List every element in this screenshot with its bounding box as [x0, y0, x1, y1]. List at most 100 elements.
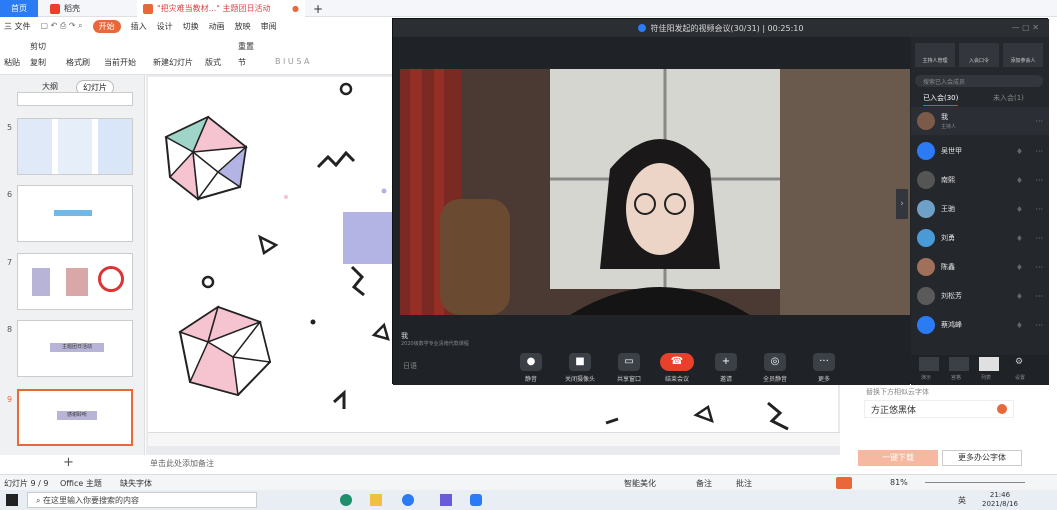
font-item[interactable]: 方正悠黑体: [864, 400, 1014, 418]
tab-close-icon[interactable]: ●: [292, 4, 299, 13]
slide-thumb-6[interactable]: [17, 185, 133, 242]
more-options-icon[interactable]: ···: [1035, 321, 1043, 330]
menu-transition[interactable]: 切换: [183, 21, 199, 32]
more-options-icon[interactable]: ···: [1035, 292, 1043, 301]
participant-row[interactable]: 刘勇 ♦ ···: [911, 224, 1049, 252]
menu-file[interactable]: 三 文件: [4, 21, 31, 32]
section-button[interactable]: 节: [238, 57, 246, 68]
more-options-icon[interactable]: ···: [1035, 176, 1043, 185]
add-slide-button[interactable]: +: [63, 455, 74, 470]
menu-slideshow[interactable]: 放映: [235, 21, 251, 32]
participant-row[interactable]: 蔡鸿峰 ♦ ···: [911, 311, 1049, 339]
participant-name: 陈鑫: [941, 263, 955, 271]
new-tab-button[interactable]: +: [308, 0, 328, 17]
menu-insert[interactable]: 插入: [131, 21, 147, 32]
more-options-icon[interactable]: ···: [1035, 205, 1043, 214]
quick-access-icons[interactable]: ▢ ↶ ⎙ ↷ ⌕: [41, 21, 83, 31]
collapse-panel-button[interactable]: ›: [896, 189, 908, 219]
meeting-password-button[interactable]: 入会口令: [959, 43, 999, 67]
add-participant-button[interactable]: 添加参会人: [1003, 43, 1043, 67]
mute-all-button[interactable]: ◎ 全员静音: [757, 353, 793, 383]
slide-thumb-9[interactable]: 感谢聆听: [17, 389, 133, 446]
reset-button[interactable]: 重置: [238, 41, 254, 52]
menu-design[interactable]: 设计: [157, 21, 173, 32]
notes-toggle[interactable]: 备注: [696, 478, 712, 489]
more-fonts-button[interactable]: 更多办公字体: [942, 450, 1022, 466]
participant-search[interactable]: 搜索已入会成员: [915, 75, 1043, 87]
font-style-icons[interactable]: B I U S A: [275, 57, 309, 66]
participant-row[interactable]: 南熙 ♦ ···: [911, 166, 1049, 194]
more-options-icon[interactable]: ···: [1035, 234, 1043, 243]
menu-start[interactable]: 开始: [92, 19, 121, 33]
more-button[interactable]: ··· 更多: [806, 353, 842, 383]
slide-thumb-7[interactable]: [17, 253, 133, 310]
windows-start-icon[interactable]: [6, 494, 18, 506]
browser-icon[interactable]: [402, 494, 414, 506]
paste-button[interactable]: 粘贴: [4, 57, 20, 68]
participant-name: 我主持人: [941, 113, 957, 130]
thumb-label: 感谢聆听: [57, 411, 97, 420]
end-meeting-button[interactable]: ☎ 结束会议: [659, 353, 695, 383]
video-meeting-window[interactable]: 符佳阳发起的视频会议(30/31) | 00:25:10 — ▢ ✕ 我 202…: [392, 18, 1049, 385]
slide-thumb-5[interactable]: [17, 118, 133, 175]
new-slide-button[interactable]: 新建幻灯片: [153, 57, 193, 68]
tab-joined[interactable]: 已入会(30): [923, 93, 959, 106]
tab-not-joined[interactable]: 未入会(1): [993, 93, 1024, 103]
comment-toggle[interactable]: 批注: [736, 478, 752, 489]
add-participant-label: 添加参会人: [1010, 58, 1036, 64]
download-all-button[interactable]: 一键下载: [858, 450, 938, 466]
layout-button[interactable]: 版式: [205, 57, 221, 68]
camera-button[interactable]: ■ 关闭摄像头: [562, 353, 598, 383]
avatar: [917, 229, 935, 247]
copy-button[interactable]: 复制: [30, 57, 46, 68]
settings-icon[interactable]: ⚙: [1015, 357, 1023, 367]
zoom-level[interactable]: 81%: [890, 478, 908, 487]
smart-beautify-button[interactable]: 智能美化: [624, 478, 656, 489]
menu-animation[interactable]: 动画: [209, 21, 225, 32]
participant-row[interactable]: 王驰 ♦ ···: [911, 195, 1049, 223]
participant-row[interactable]: 吴世甲 ♦ ···: [911, 137, 1049, 165]
edge-icon[interactable]: [340, 494, 352, 506]
tab-document[interactable]: "把灾难当教材..." 主题团日活动 ●: [137, 0, 305, 17]
ime-language[interactable]: 英: [958, 495, 966, 506]
play-icon[interactable]: [836, 477, 852, 489]
participant-search-placeholder: 搜索已入会成员: [923, 79, 966, 86]
grid-layout-icon[interactable]: [949, 357, 969, 371]
horizontal-scrollbar[interactable]: [148, 432, 840, 446]
menu-review[interactable]: 审阅: [261, 21, 277, 32]
app-icon[interactable]: [440, 494, 452, 506]
mute-button[interactable]: ● 静音: [513, 353, 549, 383]
missing-font-button[interactable]: 缺失字体: [120, 478, 152, 489]
tab-wps[interactable]: 稻壳: [44, 0, 134, 17]
font-hint: 替换下方相似云字体: [866, 388, 929, 396]
slide-thumb-8[interactable]: 主题团日活动: [17, 320, 133, 377]
format-painter-button[interactable]: 格式刷: [66, 57, 90, 68]
list-layout-icon[interactable]: [979, 357, 999, 371]
speaker-video[interactable]: [400, 69, 910, 315]
layout-switcher: ⚙ 演示 宫格 列表 设置: [911, 355, 1049, 385]
notes-placeholder[interactable]: 单击此处添加备注: [150, 458, 214, 469]
window-controls[interactable]: — ▢ ✕: [1012, 23, 1039, 32]
layout-label: 设置: [1015, 375, 1026, 381]
host-manage-button[interactable]: 主持人管理: [915, 43, 955, 67]
tab-home-label: 首页: [11, 4, 27, 13]
share-button[interactable]: ▭ 共享窗口: [611, 353, 647, 383]
tab-home[interactable]: 首页: [0, 0, 38, 17]
presentation-layout-icon[interactable]: [919, 357, 939, 371]
taskbar-search[interactable]: ⌕ 在这里输入你要搜索的内容: [27, 492, 257, 508]
slide-thumb-4[interactable]: [17, 92, 133, 106]
participant-row[interactable]: 陈鑫 ♦ ···: [911, 253, 1049, 281]
participant-row[interactable]: 刘松芳 ♦ ···: [911, 282, 1049, 310]
zoom-slider[interactable]: [925, 482, 1025, 483]
invite-button[interactable]: + 邀请: [708, 353, 744, 383]
download-icon[interactable]: [997, 404, 1007, 414]
from-current-button[interactable]: 当前开始: [104, 57, 136, 68]
language-button[interactable]: 日语: [403, 361, 417, 371]
folder-icon[interactable]: [370, 494, 382, 506]
more-options-icon[interactable]: ···: [1035, 117, 1043, 126]
meeting-app-icon[interactable]: [470, 494, 482, 506]
more-options-icon[interactable]: ···: [1035, 147, 1043, 156]
cut-button[interactable]: 剪切: [30, 41, 46, 52]
participant-row[interactable]: 我主持人 ···: [911, 107, 1049, 135]
more-options-icon[interactable]: ···: [1035, 263, 1043, 272]
